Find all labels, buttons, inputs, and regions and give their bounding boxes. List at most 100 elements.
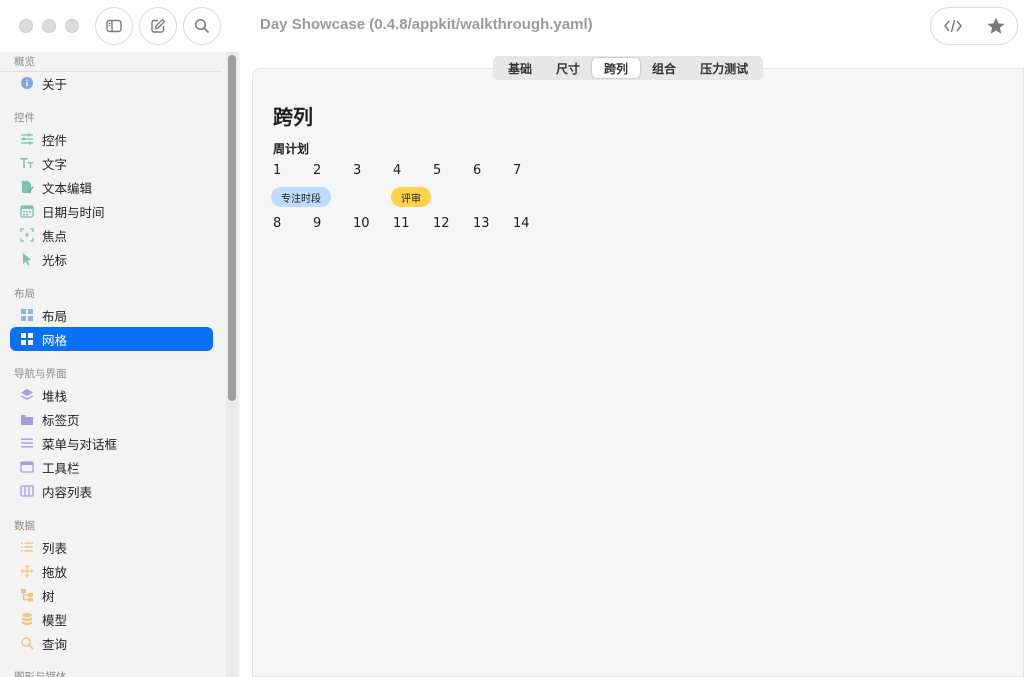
pointer-icon — [20, 252, 34, 266]
section-data: 数据 — [14, 520, 35, 532]
event-focus-block[interactable]: 专注时段 — [271, 187, 331, 207]
sidebar-item-label: 堆栈 — [42, 388, 68, 404]
sidebar-item-label: 拖放 — [42, 564, 68, 580]
view-source-button[interactable] — [931, 8, 974, 44]
section-overview: 概览 — [14, 56, 35, 68]
close-window-button[interactable] — [19, 19, 33, 33]
favorite-button[interactable] — [974, 8, 1017, 44]
text-format-icon — [20, 156, 34, 170]
day-cell: 4 — [393, 163, 402, 178]
toggle-sidebar-button[interactable] — [95, 7, 133, 45]
sidebar-item-text-edit[interactable]: 文本编辑 — [10, 175, 213, 199]
sidebar-item-label: 内容列表 — [42, 484, 93, 500]
code-icon — [943, 19, 962, 33]
search-button[interactable] — [183, 7, 221, 45]
tab-size[interactable]: 尺寸 — [544, 58, 592, 78]
event-review[interactable]: 评审 — [391, 187, 431, 207]
day-cell: 12 — [433, 216, 450, 231]
sidebar-item-label: 控件 — [42, 132, 68, 148]
columns-icon — [20, 484, 34, 498]
compose-button[interactable] — [139, 7, 177, 45]
move-arrows-icon — [20, 564, 34, 578]
sidebar-icon — [106, 19, 122, 33]
sidebar-item-list[interactable]: 列表 — [10, 535, 213, 559]
magnifier-icon — [20, 636, 34, 650]
sidebar-item-focus[interactable]: 焦点 — [10, 223, 213, 247]
sidebar-item-date-time[interactable]: 日期与时间 — [10, 199, 213, 223]
day-cell: 2 — [313, 163, 322, 178]
window-title: Day Showcase (0.4.8/appkit/walkthrough.y… — [260, 16, 593, 33]
sliders-icon — [20, 132, 34, 146]
day-cell: 7 — [513, 163, 522, 178]
sidebar-item-tree[interactable]: 树 — [10, 583, 213, 607]
minimize-window-button[interactable] — [42, 19, 56, 33]
sidebar-item-label: 光标 — [42, 252, 68, 268]
zoom-window-button[interactable] — [65, 19, 79, 33]
sidebar-item-label: 列表 — [42, 540, 68, 556]
sidebar-item-about[interactable]: 关于 — [10, 71, 213, 95]
section-graphics: 图形与媒体 — [14, 671, 67, 677]
compose-icon — [151, 18, 166, 33]
sidebar-item-model[interactable]: 模型 — [10, 607, 213, 631]
tab-combination[interactable]: 组合 — [640, 58, 688, 78]
sidebar-item-menus-dialogs[interactable]: 菜单与对话框 — [10, 431, 213, 455]
sidebar-item-label: 树 — [42, 588, 55, 604]
list-bullet-icon — [20, 540, 34, 554]
app-window: Day Showcase (0.4.8/appkit/walkthrough.y… — [0, 0, 1024, 677]
menu-lines-icon — [20, 436, 34, 450]
sidebar-item-label: 查询 — [42, 636, 68, 652]
sidebar-item-label: 文本编辑 — [42, 180, 93, 196]
sidebar-item-stack[interactable]: 堆栈 — [10, 383, 213, 407]
tab-basics[interactable]: 基础 — [496, 58, 544, 78]
title-bar: Day Showcase (0.4.8/appkit/walkthrough.y… — [0, 0, 1024, 52]
layout-grid-icon — [20, 308, 34, 322]
day-cell: 9 — [313, 216, 322, 231]
star-icon — [987, 17, 1004, 34]
day-cell: 11 — [393, 216, 410, 231]
focus-viewfinder-icon — [20, 228, 34, 242]
sidebar-item-label: 焦点 — [42, 228, 68, 244]
info-icon — [20, 76, 34, 90]
section-navigation: 导航与界面 — [14, 368, 67, 380]
sidebar-item-label: 工具栏 — [42, 460, 80, 476]
sidebar-item-text[interactable]: 文字 — [10, 151, 213, 175]
sidebar-item-tabs[interactable]: 标签页 — [10, 407, 213, 431]
sidebar: 概览 关于 控件 控件 文字 文本编辑 日期与时间 焦点 光标 布局 布局 网格… — [0, 52, 240, 677]
day-cell: 3 — [353, 163, 362, 178]
grid-icon — [20, 332, 34, 346]
stack-layers-icon — [20, 388, 34, 402]
sidebar-item-layout[interactable]: 布局 — [10, 303, 213, 327]
calendar-icon — [20, 204, 34, 218]
sidebar-item-cursor[interactable]: 光标 — [10, 247, 213, 271]
section-title: 周计划 — [273, 142, 310, 156]
tabs-icon — [20, 412, 34, 426]
sidebar-item-label: 模型 — [42, 612, 68, 628]
scrollbar-thumb[interactable] — [228, 55, 236, 401]
sidebar-item-drag-drop[interactable]: 拖放 — [10, 559, 213, 583]
sidebar-item-toolbar[interactable]: 工具栏 — [10, 455, 213, 479]
day-cell: 10 — [353, 216, 370, 231]
day-cell: 5 — [433, 163, 442, 178]
sidebar-item-label: 日期与时间 — [42, 204, 105, 220]
search-icon — [194, 18, 209, 33]
sidebar-item-label: 布局 — [42, 308, 68, 324]
sidebar-item-controls[interactable]: 控件 — [10, 127, 213, 151]
sidebar-scrollbar[interactable] — [226, 52, 238, 677]
sidebar-item-label: 文字 — [42, 156, 68, 172]
tab-span-columns[interactable]: 跨列 — [592, 58, 641, 78]
sidebar-item-label: 网格 — [42, 332, 68, 348]
section-layout: 布局 — [14, 288, 35, 300]
tree-hierarchy-icon — [20, 588, 34, 602]
tab-stress-test[interactable]: 压力测试 — [688, 58, 760, 78]
page-title: 跨列 — [273, 105, 313, 129]
day-cell: 6 — [473, 163, 482, 178]
segmented-tab-control: 基础 尺寸 跨列 组合 压力测试 — [493, 56, 764, 80]
sidebar-item-grid[interactable]: 网格 — [10, 327, 213, 351]
sidebar-item-label: 菜单与对话框 — [42, 436, 118, 452]
sidebar-item-label: 关于 — [42, 76, 68, 92]
toolbar-pill-group — [930, 7, 1018, 45]
day-cell: 13 — [473, 216, 490, 231]
sidebar-item-content-list[interactable]: 内容列表 — [10, 479, 213, 503]
window-toolbar-icon — [20, 460, 34, 474]
sidebar-item-query[interactable]: 查询 — [10, 631, 213, 655]
